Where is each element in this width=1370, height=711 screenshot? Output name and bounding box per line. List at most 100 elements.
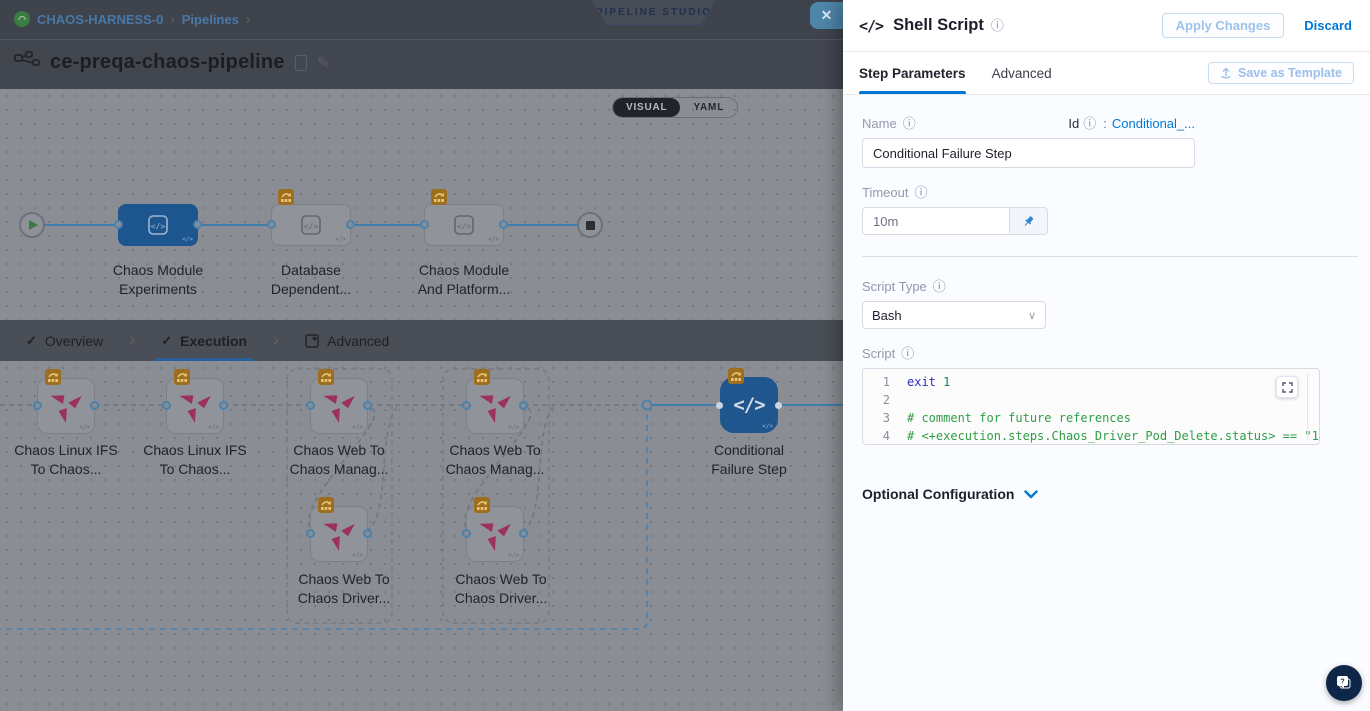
pipeline-graph-icon bbox=[14, 51, 40, 74]
save-as-template-button[interactable]: Save as Template bbox=[1208, 62, 1354, 84]
script-type-select[interactable]: Bash ∨ bbox=[862, 301, 1046, 329]
info-icon[interactable]: ⓘ bbox=[1083, 117, 1096, 130]
exec-node-conditional-failure-step[interactable]: </> </> bbox=[720, 377, 778, 433]
toggle-yaml[interactable]: YAML bbox=[680, 98, 737, 117]
stage-node-database-dependent[interactable]: </> </> bbox=[271, 204, 351, 246]
script-code-editor[interactable]: 1exit 1 2 3# comment for future referenc… bbox=[862, 368, 1320, 445]
rollback-badge-icon bbox=[728, 368, 744, 389]
pipeline-start-node[interactable] bbox=[19, 212, 45, 238]
code-line: 4# <+execution.steps.Chaos_Driver_Pod_De… bbox=[863, 427, 1319, 445]
rollback-badge-icon bbox=[278, 189, 294, 210]
stage-node-label: Chaos ModuleAnd Platform... bbox=[399, 261, 529, 299]
custom-stage-icon: </> bbox=[451, 212, 477, 238]
exec-node-label: Chaos Web ToChaos Manag... bbox=[274, 441, 404, 479]
info-icon[interactable]: ⓘ bbox=[991, 19, 1004, 32]
shell-script-icon: </> bbox=[859, 17, 883, 35]
breadcrumb-project[interactable]: CHAOS-HARNESS-0 bbox=[37, 12, 163, 27]
node-port[interactable] bbox=[420, 220, 429, 229]
execution-graph-canvas: </> </> </> </> bbox=[0, 361, 843, 711]
code-number: 1 bbox=[936, 375, 950, 389]
node-port[interactable] bbox=[775, 402, 782, 409]
breadcrumb-separator: › bbox=[246, 12, 250, 27]
node-port[interactable] bbox=[363, 529, 372, 538]
rollback-badge-icon bbox=[318, 369, 334, 390]
node-port[interactable] bbox=[363, 401, 372, 410]
info-icon[interactable]: ⓘ bbox=[903, 117, 916, 130]
editor-scrollbar[interactable] bbox=[1307, 373, 1308, 440]
copy-doc-icon[interactable] bbox=[295, 55, 307, 71]
stage-tabstrip: ✓ Overview › ✓ Execution › Advanced bbox=[0, 320, 843, 361]
node-port[interactable] bbox=[193, 220, 202, 229]
check-icon: ✓ bbox=[161, 333, 172, 349]
expand-editor-button[interactable] bbox=[1276, 376, 1298, 398]
info-icon[interactable]: ⓘ bbox=[933, 280, 946, 293]
info-icon[interactable]: ⓘ bbox=[901, 347, 914, 360]
close-drawer-button[interactable]: ✕ bbox=[810, 2, 843, 29]
shell-script-icon: </> bbox=[733, 394, 764, 416]
stage-node-chaos-module-and-platform[interactable]: </> </> bbox=[424, 204, 504, 246]
node-port[interactable] bbox=[519, 529, 528, 538]
optional-configuration-toggle[interactable]: Optional Configuration bbox=[862, 486, 1370, 502]
code-mini-icon: </> bbox=[508, 424, 519, 431]
code-comment: # comment for future references bbox=[907, 409, 1131, 427]
fixed-value-pin-button[interactable] bbox=[1010, 207, 1048, 235]
node-port[interactable] bbox=[114, 220, 123, 229]
code-line: 2 bbox=[863, 391, 1319, 409]
exec-node-chaos-web-driver-2[interactable]: </> bbox=[466, 506, 524, 562]
node-port[interactable] bbox=[519, 401, 528, 410]
name-input[interactable] bbox=[862, 138, 1195, 168]
node-port[interactable] bbox=[462, 401, 471, 410]
node-port[interactable] bbox=[33, 401, 42, 410]
node-port[interactable] bbox=[219, 401, 228, 410]
play-icon bbox=[29, 220, 38, 230]
stage-node-chaos-module-experiments[interactable]: </> </> bbox=[118, 204, 198, 246]
node-port[interactable] bbox=[716, 402, 723, 409]
exec-node-chaos-web-driver-1[interactable]: </> bbox=[310, 506, 368, 562]
exec-node-chaos-linux-ifs-1[interactable]: </> bbox=[37, 378, 95, 434]
node-port[interactable] bbox=[306, 529, 315, 538]
node-port[interactable] bbox=[90, 401, 99, 410]
fullscreen-icon bbox=[1282, 382, 1293, 393]
tab-advanced[interactable]: Advanced bbox=[992, 52, 1052, 94]
svg-text:?: ? bbox=[1340, 679, 1344, 686]
node-port[interactable] bbox=[462, 529, 471, 538]
id-value-link[interactable]: Conditional_... bbox=[1112, 116, 1195, 131]
tab-overview[interactable]: ✓ Overview bbox=[14, 320, 115, 361]
drawer-title: Shell Script bbox=[893, 16, 984, 35]
chevron-down-icon bbox=[1024, 490, 1038, 499]
apply-changes-button[interactable]: Apply Changes bbox=[1162, 13, 1285, 38]
node-port[interactable] bbox=[267, 220, 276, 229]
exec-node-chaos-linux-ifs-2[interactable]: </> bbox=[166, 378, 224, 434]
breadcrumb-pipelines[interactable]: Pipelines bbox=[182, 12, 239, 27]
exec-node-chaos-web-manager-2[interactable]: </> bbox=[466, 378, 524, 434]
pipeline-end-node[interactable] bbox=[577, 212, 603, 238]
pipeline-studio-badge: PIPELINE STUDIO bbox=[592, 0, 716, 25]
toggle-visual[interactable]: VISUAL bbox=[613, 98, 680, 117]
exec-node-label: ConditionalFailure Step bbox=[684, 441, 814, 479]
execution-graph-edges bbox=[0, 361, 843, 711]
node-port[interactable] bbox=[306, 401, 315, 410]
visual-yaml-toggle[interactable]: VISUAL YAML bbox=[612, 97, 738, 118]
step-config-drawer: </> Shell Script ⓘ Apply Changes Discard… bbox=[843, 0, 1370, 711]
chaos-experiment-icon bbox=[477, 388, 513, 424]
tab-execution[interactable]: ✓ Execution bbox=[149, 320, 259, 361]
help-chat-button[interactable]: ? bbox=[1326, 665, 1362, 701]
code-keyword: exit bbox=[907, 375, 936, 389]
node-port[interactable] bbox=[162, 401, 171, 410]
drawer-body: Name ⓘ Id ⓘ : Conditional_... Timeout ⓘ bbox=[843, 95, 1370, 711]
tab-advanced[interactable]: Advanced bbox=[293, 320, 401, 361]
node-port[interactable] bbox=[499, 220, 508, 229]
timeout-input[interactable] bbox=[862, 207, 1010, 235]
exec-node-label: Chaos Linux IFSTo Chaos... bbox=[1, 441, 131, 479]
info-icon[interactable]: ⓘ bbox=[914, 186, 927, 199]
discard-button[interactable]: Discard bbox=[1304, 18, 1352, 33]
code-mini-icon: </> bbox=[208, 424, 219, 431]
pipeline-title-bar: ce-preqa-chaos-pipeline ✎ VISUAL YAML bbox=[0, 40, 843, 89]
screen: ◠ CHAOS-HARNESS-0 › Pipelines › PIPELINE… bbox=[0, 0, 1370, 711]
edit-pencil-icon[interactable]: ✎ bbox=[317, 53, 330, 73]
code-mini-icon: </> bbox=[335, 236, 346, 243]
exec-node-chaos-web-manager-1[interactable]: </> bbox=[310, 378, 368, 434]
tab-step-parameters[interactable]: Step Parameters bbox=[859, 52, 966, 94]
node-port[interactable] bbox=[346, 220, 355, 229]
rollback-badge-icon bbox=[174, 369, 190, 390]
